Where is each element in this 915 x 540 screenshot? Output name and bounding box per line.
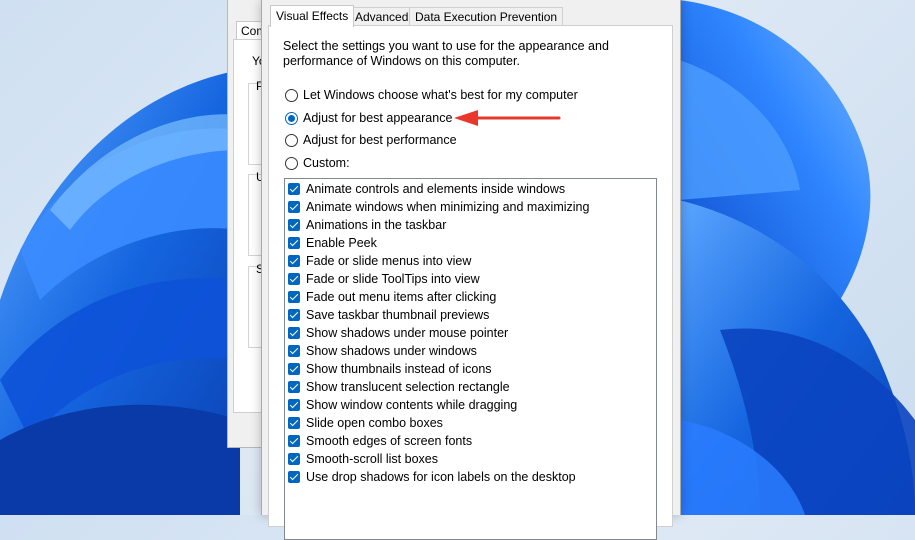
- checkbox-checked[interactable]: [288, 183, 300, 195]
- checkbox-label: Save taskbar thumbnail previews: [306, 308, 490, 322]
- list-item[interactable]: Animate controls and elements inside win…: [288, 180, 565, 198]
- radio-custom[interactable]: Custom:: [285, 154, 350, 172]
- description-text: performance of Windows on this computer.: [283, 54, 520, 68]
- annotation-arrow-icon: [454, 110, 561, 126]
- performance-options-dialog: Visual Effects Advanced Data Execution P…: [261, 0, 681, 540]
- list-item[interactable]: Fade or slide ToolTips into view: [288, 270, 480, 288]
- checkbox-label: Animations in the taskbar: [306, 218, 447, 232]
- list-item[interactable]: Animate windows when minimizing and maxi…: [288, 198, 589, 216]
- checkbox-label: Enable Peek: [306, 236, 377, 250]
- checkbox-checked[interactable]: [288, 417, 300, 429]
- list-item[interactable]: Save taskbar thumbnail previews: [288, 306, 489, 324]
- tab-advanced[interactable]: Advanced: [349, 7, 415, 26]
- radio-button[interactable]: [285, 88, 298, 102]
- tab-label: Visual Effects: [276, 9, 349, 23]
- checkbox-checked[interactable]: [288, 345, 300, 357]
- list-item[interactable]: Show thumbnails instead of icons: [288, 360, 492, 378]
- checkbox-checked[interactable]: [288, 237, 300, 249]
- radio-button[interactable]: [285, 156, 298, 170]
- radio-button[interactable]: [285, 133, 298, 147]
- radio-button-selected[interactable]: [285, 111, 298, 125]
- checkbox-checked[interactable]: [288, 435, 300, 447]
- tab-data-execution-prevention[interactable]: Data Execution Prevention: [409, 7, 564, 26]
- radio-let-windows-choose[interactable]: Let Windows choose what's best for my co…: [285, 86, 578, 104]
- checkbox-checked[interactable]: [288, 219, 300, 231]
- checkbox-checked[interactable]: [288, 399, 300, 411]
- checkbox-checked[interactable]: [288, 255, 300, 267]
- list-item[interactable]: Smooth-scroll list boxes: [288, 450, 438, 468]
- tab-strip: Visual Effects Advanced Data Execution P…: [270, 5, 670, 27]
- checkbox-label: Show shadows under mouse pointer: [306, 326, 509, 340]
- list-item[interactable]: Show window contents while dragging: [288, 396, 517, 414]
- checkbox-label: Smooth-scroll list boxes: [306, 452, 438, 466]
- list-item[interactable]: Use drop shadows for icon labels on the …: [288, 468, 576, 486]
- list-item[interactable]: Show shadows under windows: [288, 342, 477, 360]
- radio-best-performance[interactable]: Adjust for best performance: [285, 131, 457, 149]
- list-item[interactable]: Enable Peek: [288, 234, 377, 252]
- checkbox-checked[interactable]: [288, 291, 300, 303]
- list-item[interactable]: Slide open combo boxes: [288, 414, 443, 432]
- checkbox-label: Show translucent selection rectangle: [306, 380, 510, 394]
- checkbox-label: Fade or slide ToolTips into view: [306, 272, 480, 286]
- checkbox-label: Animate windows when minimizing and maxi…: [306, 200, 590, 214]
- tab-label: Advanced: [355, 10, 409, 24]
- checkbox-label: Show shadows under windows: [306, 344, 477, 358]
- description-text: Select the settings you want to use for …: [283, 39, 609, 53]
- checkbox-checked[interactable]: [288, 381, 300, 393]
- checkbox-checked[interactable]: [288, 273, 300, 285]
- list-item[interactable]: Smooth edges of screen fonts: [288, 432, 472, 450]
- checkbox-label: Fade or slide menus into view: [306, 254, 472, 268]
- checkbox-checked[interactable]: [288, 471, 300, 483]
- checkbox-label: Fade out menu items after clicking: [306, 290, 497, 304]
- list-item[interactable]: Show translucent selection rectangle: [288, 378, 510, 396]
- checkbox-label: Show thumbnails instead of icons: [306, 362, 492, 376]
- checkbox-label: Smooth edges of screen fonts: [306, 434, 473, 448]
- checkbox-label: Use drop shadows for icon labels on the …: [306, 470, 576, 484]
- checkbox-label: Slide open combo boxes: [306, 416, 443, 430]
- list-item[interactable]: Animations in the taskbar: [288, 216, 446, 234]
- checkbox-checked[interactable]: [288, 327, 300, 339]
- radio-label: Custom:: [303, 156, 350, 170]
- radio-label: Let Windows choose what's best for my co…: [303, 88, 578, 102]
- tab-label: Data Execution Prevention: [415, 10, 558, 24]
- checkbox-checked[interactable]: [288, 309, 300, 321]
- radio-label: Adjust for best appearance: [303, 111, 453, 125]
- checkbox-checked[interactable]: [288, 453, 300, 465]
- radio-best-appearance[interactable]: Adjust for best appearance: [285, 109, 452, 127]
- list-item[interactable]: Show shadows under mouse pointer: [288, 324, 508, 342]
- checkbox-label: Show window contents while dragging: [306, 398, 518, 412]
- custom-settings-list[interactable]: Animate controls and elements inside win…: [284, 178, 657, 540]
- checkbox-checked[interactable]: [288, 363, 300, 375]
- tab-visual-effects[interactable]: Visual Effects: [270, 5, 355, 27]
- visual-effects-panel: Select the settings you want to use for …: [268, 25, 673, 540]
- list-item[interactable]: Fade or slide menus into view: [288, 252, 471, 270]
- checkbox-label: Animate controls and elements inside win…: [306, 182, 566, 196]
- list-item[interactable]: Fade out menu items after clicking: [288, 288, 496, 306]
- radio-label: Adjust for best performance: [303, 133, 457, 147]
- checkbox-checked[interactable]: [288, 201, 300, 213]
